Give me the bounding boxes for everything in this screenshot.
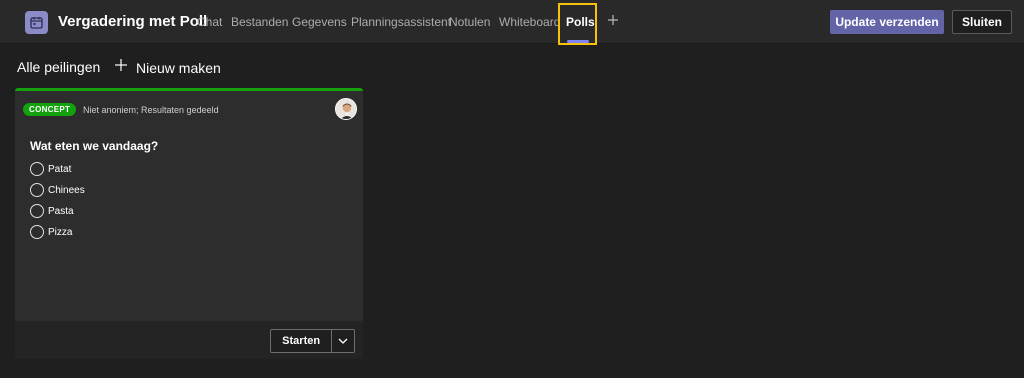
card-footer: Starten [15,321,363,359]
tab-chat[interactable]: Chat [197,15,222,29]
chevron-down-icon[interactable] [332,330,354,352]
poll-option-label: Chinees [48,184,85,196]
poll-option-label: Pasta [48,205,74,217]
tab-bestanden[interactable]: Bestanden [231,15,288,29]
poll-option-label: Pizza [48,226,73,238]
poll-card: CONCEPT Niet anoniem; Resultaten gedeeld… [15,88,363,359]
all-polls-label[interactable]: Alle peilingen [17,59,100,75]
poll-option[interactable]: Patat [30,162,71,176]
close-button[interactable]: Sluiten [952,10,1012,34]
plus-icon [114,58,128,77]
poll-settings-text: Niet anoniem; Resultaten gedeeld [83,105,219,115]
new-poll-button[interactable]: Nieuw maken [114,58,221,77]
start-button[interactable]: Starten [271,330,333,352]
radio-button[interactable] [30,162,44,176]
poll-question: Wat eten we vandaag? [30,139,159,153]
top-bar: Vergadering met Poll Chat Bestanden Gege… [0,0,1024,45]
update-send-button[interactable]: Update verzenden [830,10,944,34]
radio-button[interactable] [30,225,44,239]
poll-option[interactable]: Pizza [30,225,72,239]
calendar-icon [25,11,48,34]
poll-option[interactable]: Pasta [30,204,74,218]
tab-whiteboard[interactable]: Whiteboard [499,15,560,29]
start-split-button: Starten [270,329,355,353]
poll-option[interactable]: Chinees [30,183,85,197]
tab-highlight-frame [558,3,597,45]
plus-icon[interactable] [605,12,621,28]
meeting-title: Vergadering met Poll [58,13,208,30]
poll-option-label: Patat [48,163,72,175]
status-badge: CONCEPT [23,103,77,116]
avatar [335,98,357,120]
tab-gegevens[interactable]: Gegevens [292,15,347,29]
radio-button[interactable] [30,204,44,218]
tab-notulen[interactable]: Notulen [449,15,490,29]
new-poll-label: Nieuw maken [136,59,221,76]
radio-button[interactable] [30,183,44,197]
tab-planningsassistent[interactable]: Planningsassistent [351,15,451,29]
